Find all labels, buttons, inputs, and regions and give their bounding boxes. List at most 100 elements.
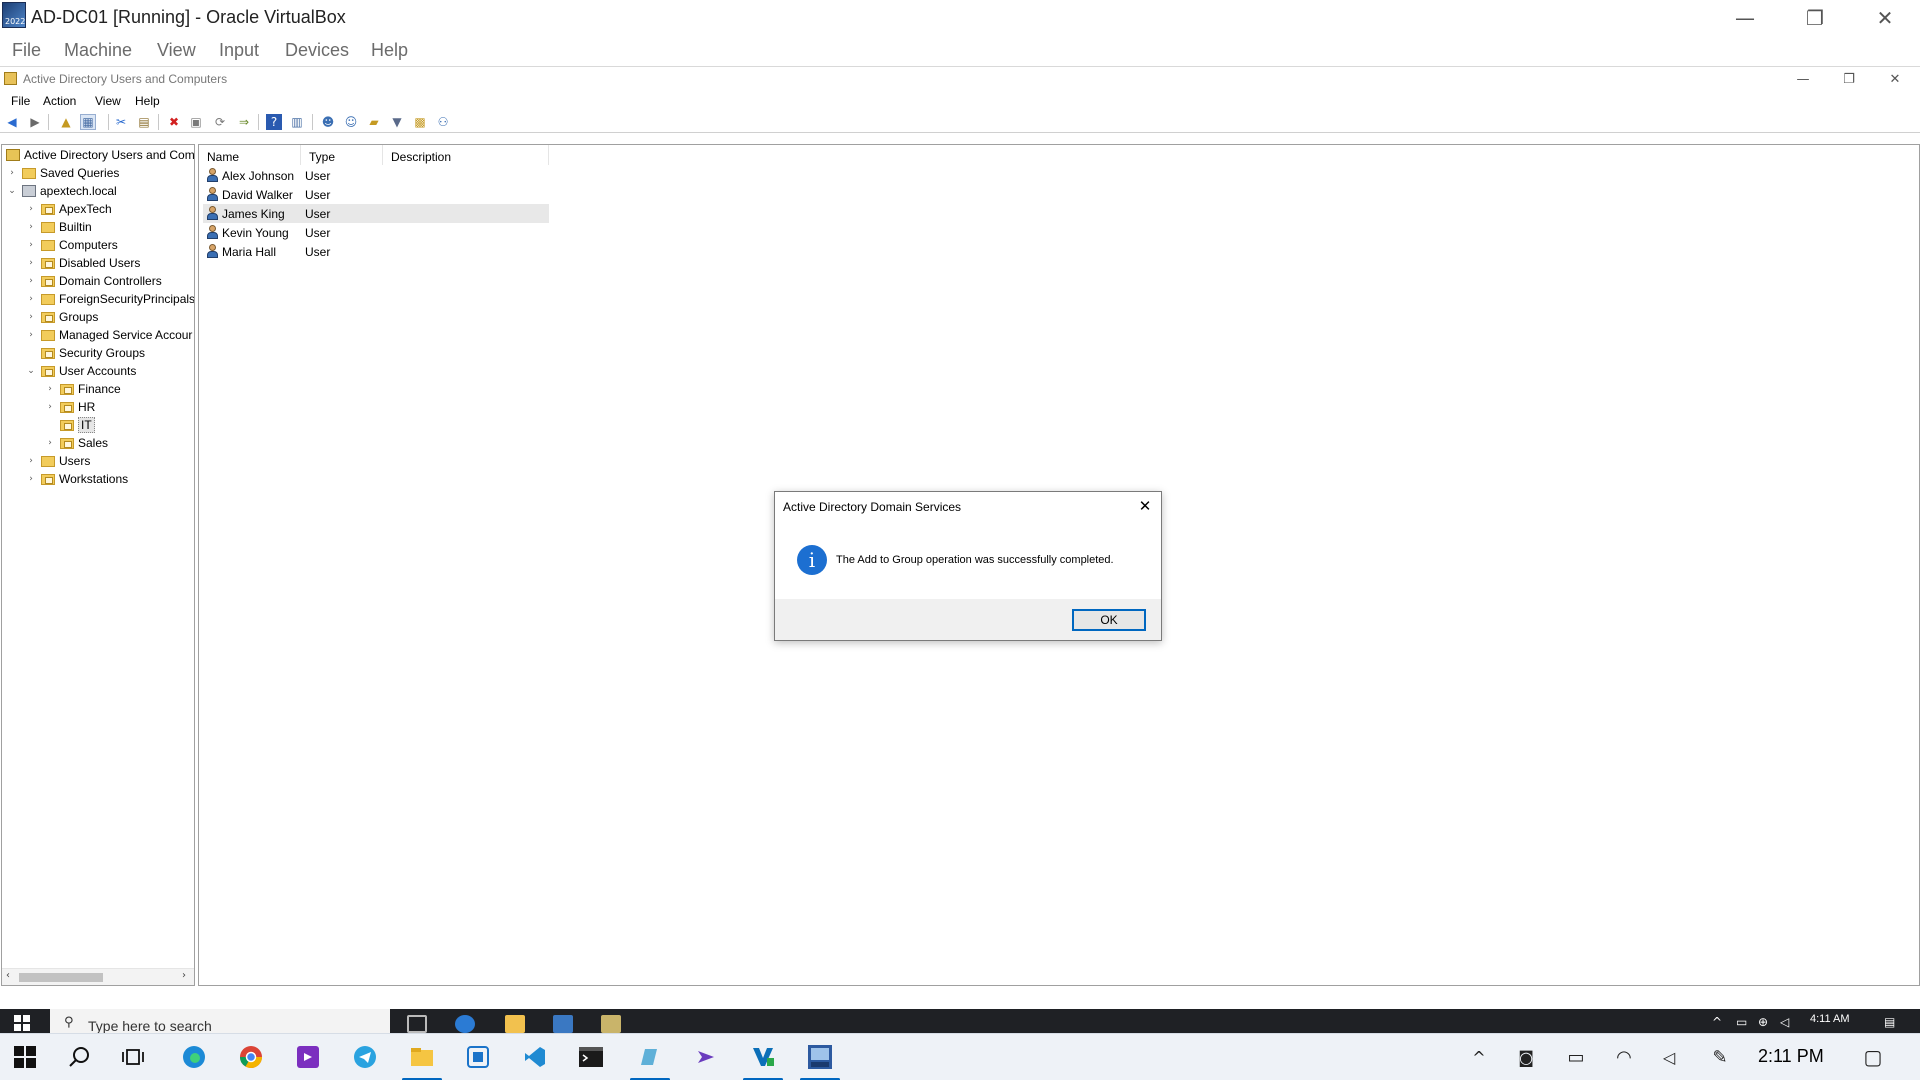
new-ou-icon[interactable]: ▰ — [366, 114, 382, 130]
help-icon[interactable]: ? — [266, 114, 282, 130]
ok-button[interactable]: OK — [1072, 609, 1146, 631]
aduc-close-button[interactable]: ✕ — [1872, 67, 1918, 91]
search-icon[interactable] — [66, 1044, 92, 1070]
refresh-icon[interactable]: ⟳ — [212, 114, 228, 130]
guest-notifications-icon[interactable]: ▤ — [1884, 1015, 1898, 1029]
tree-item-hr[interactable]: › HR — [44, 398, 95, 416]
network-icon[interactable]: ▭ — [1736, 1015, 1750, 1029]
visual-studio-purple-icon[interactable] — [693, 1044, 719, 1070]
chevron-right-icon[interactable]: › — [44, 437, 56, 449]
tree-item-managed-service-accounts[interactable]: › Managed Service Accour — [25, 326, 192, 344]
notepad-icon[interactable] — [636, 1044, 662, 1070]
properties-icon[interactable]: ▣ — [188, 114, 204, 130]
tree-item-groups[interactable]: › Groups — [25, 308, 98, 326]
tree-item-users[interactable]: › Users — [25, 452, 90, 470]
tree-item-it[interactable]: IT — [44, 416, 95, 434]
view-icon[interactable]: ▥ — [289, 114, 305, 130]
task-view-icon[interactable] — [120, 1044, 146, 1070]
virtualbox-vm-icon[interactable] — [807, 1044, 833, 1070]
tree-item-computers[interactable]: › Computers — [25, 236, 118, 254]
aduc-taskbar-icon[interactable] — [601, 1015, 621, 1033]
tree-item-sales[interactable]: › Sales — [44, 434, 108, 452]
telegram-icon[interactable] — [352, 1044, 378, 1070]
aduc-menu-file[interactable]: File — [11, 94, 30, 108]
forward-icon[interactable]: ▶ — [27, 114, 43, 130]
task-view-icon[interactable] — [407, 1015, 427, 1033]
tree-item-foreign-security-principals[interactable]: › ForeignSecurityPrincipals — [25, 290, 194, 308]
language-icon[interactable]: ⊕ — [1758, 1015, 1772, 1029]
vb-menu-view[interactable]: View — [157, 40, 196, 61]
scroll-right-icon[interactable]: › — [182, 970, 186, 981]
guest-clock[interactable]: 4:11 AM — [1810, 1013, 1850, 1025]
camera-mic-icon[interactable]: ◙ — [1513, 1044, 1539, 1070]
vb-menu-input[interactable]: Input — [219, 40, 259, 61]
console-tree[interactable]: Active Directory Users and Com › Saved Q… — [1, 144, 195, 986]
vb-menu-help[interactable]: Help — [371, 40, 408, 61]
new-user-icon[interactable]: ☻ — [320, 114, 336, 130]
add-to-group-icon[interactable]: ▩ — [412, 114, 428, 130]
chevron-right-icon[interactable]: › — [25, 275, 37, 287]
list-item-user[interactable]: Alex Johnson User — [203, 166, 549, 185]
volume-muted-icon[interactable]: ◁ — [1780, 1015, 1794, 1029]
scrollbar-thumb[interactable] — [19, 973, 103, 982]
chevron-down-icon[interactable]: ⌄ — [25, 365, 37, 377]
wifi-icon[interactable]: ◠ — [1611, 1044, 1637, 1070]
export-list-icon[interactable]: ⇒ — [236, 114, 252, 130]
tree-item-finance[interactable]: › Finance — [44, 380, 121, 398]
delete-icon[interactable]: ✖ — [166, 114, 182, 130]
server-manager-icon[interactable] — [553, 1015, 573, 1033]
vb-menu-file[interactable]: File — [12, 40, 41, 61]
notifications-icon[interactable]: ▢ — [1860, 1044, 1886, 1070]
back-icon[interactable]: ◀ — [4, 114, 20, 130]
up-icon[interactable]: ▲ — [58, 114, 74, 130]
cut-icon[interactable]: ✂ — [113, 114, 129, 130]
file-explorer-icon[interactable] — [409, 1044, 435, 1070]
chevron-right-icon[interactable]: › — [25, 293, 37, 305]
host-clock[interactable]: 2:11 PM — [1758, 1046, 1824, 1067]
list-item-user[interactable]: David Walker User — [203, 185, 549, 204]
tray-chevron-icon[interactable]: ^ — [1712, 1015, 1726, 1029]
new-group-icon[interactable]: ☺ — [343, 114, 359, 130]
list-item-user[interactable]: Kevin Young User — [203, 223, 549, 242]
aduc-menu-view[interactable]: View — [95, 94, 121, 108]
tree-item-saved-queries[interactable]: › Saved Queries — [6, 164, 119, 182]
virtualbox-minimize-button[interactable]: — — [1710, 0, 1780, 36]
chevron-right-icon[interactable]: › — [25, 221, 37, 233]
virtualbox-restore-button[interactable]: ❐ — [1780, 0, 1850, 36]
column-header-type[interactable]: Type — [301, 145, 383, 165]
tree-item-builtin[interactable]: › Builtin — [25, 218, 92, 236]
pen-icon[interactable]: ✎ — [1707, 1044, 1733, 1070]
tray-chevron-icon[interactable]: ^ — [1466, 1044, 1492, 1070]
chevron-right-icon[interactable]: › — [6, 167, 18, 179]
tree-item-security-groups[interactable]: Security Groups — [25, 344, 145, 362]
aduc-menu-action[interactable]: Action — [43, 94, 76, 108]
chevron-right-icon[interactable]: › — [25, 473, 37, 485]
filter-icon[interactable]: ▼ — [389, 114, 405, 130]
tree-item-disabled-users[interactable]: › Disabled Users — [25, 254, 140, 272]
list-item-user[interactable]: James King User — [203, 204, 549, 223]
remote-desktop-icon[interactable] — [465, 1044, 491, 1070]
tree-item-domain-controllers[interactable]: › Domain Controllers — [25, 272, 162, 290]
virtualbox-manager-icon[interactable] — [750, 1044, 776, 1070]
guest-start-icon[interactable] — [14, 1015, 30, 1031]
scroll-left-icon[interactable]: ‹ — [6, 970, 10, 981]
chevron-right-icon[interactable]: › — [25, 203, 37, 215]
battery-icon[interactable]: ▭ — [1563, 1044, 1589, 1070]
tree-item-user-accounts[interactable]: ⌄ User Accounts — [25, 362, 136, 380]
tree-item-apextech[interactable]: › ApexTech — [25, 200, 112, 218]
chevron-down-icon[interactable]: ⌄ — [6, 185, 18, 197]
chevron-right-icon[interactable]: › — [25, 311, 37, 323]
vb-menu-machine[interactable]: Machine — [64, 40, 132, 61]
guest-search-box[interactable]: ⚲ Type here to search — [50, 1009, 390, 1033]
edge-icon[interactable] — [455, 1015, 475, 1033]
chrome-icon[interactable] — [238, 1044, 264, 1070]
dialog-close-button[interactable]: ✕ — [1135, 496, 1155, 516]
chevron-right-icon[interactable]: › — [25, 239, 37, 251]
windows-start-icon[interactable] — [12, 1044, 38, 1070]
file-explorer-icon[interactable] — [505, 1015, 525, 1033]
copy-icon[interactable]: ▤ — [136, 114, 152, 130]
show-hide-tree-icon[interactable]: ▦ — [80, 114, 96, 130]
column-header-description[interactable]: Description — [383, 145, 549, 165]
aduc-restore-button[interactable]: ❐ — [1826, 67, 1872, 91]
tree-item-apextech-local[interactable]: ⌄ apextech.local — [6, 182, 117, 200]
